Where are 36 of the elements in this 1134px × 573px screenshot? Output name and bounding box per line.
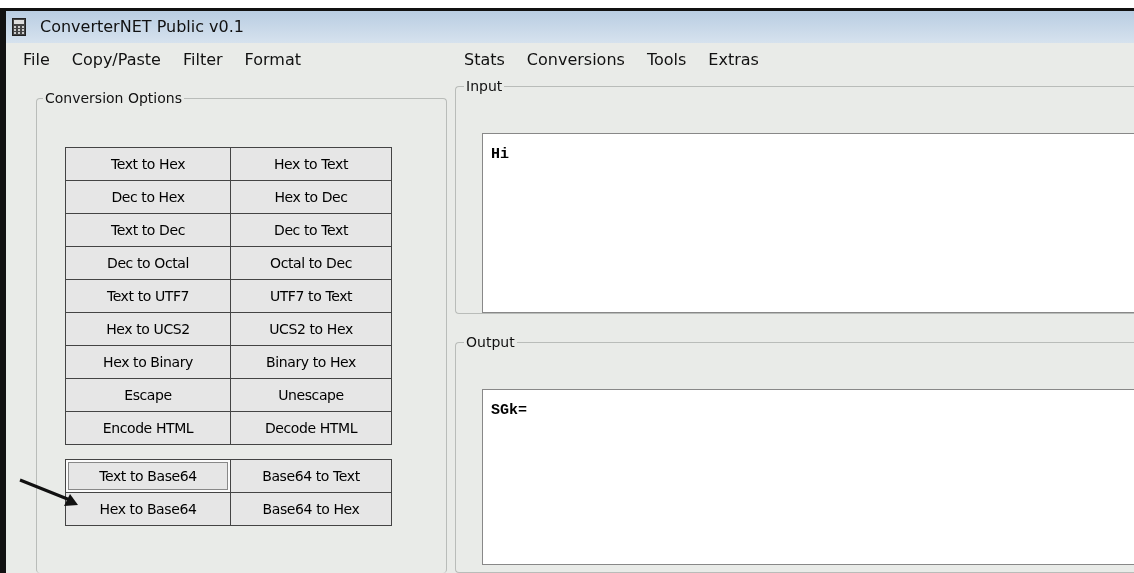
conversion-button[interactable]: Dec to Text — [231, 214, 391, 246]
menu-item[interactable]: Format — [233, 47, 312, 72]
group-title: Input — [465, 77, 504, 96]
menu-item[interactable]: Tools — [635, 47, 698, 72]
conversion-button[interactable]: Base64 to Hex — [231, 493, 391, 525]
conversion-button[interactable]: Dec to Hex — [66, 181, 230, 213]
conversion-button[interactable]: Hex to Base64 — [66, 493, 230, 525]
conversion-button[interactable]: UCS2 to Hex — [231, 313, 391, 345]
menu-item[interactable]: Copy/Paste — [60, 47, 172, 72]
conversion-button[interactable]: Text to UTF7 — [66, 280, 230, 312]
conversion-button[interactable]: Text to Hex — [66, 148, 230, 180]
menu-item[interactable]: Conversions — [515, 47, 636, 72]
menu-item[interactable]: Filter — [171, 47, 234, 72]
conversion-button[interactable]: Dec to Octal — [66, 247, 230, 279]
menu-item[interactable]: Stats — [453, 47, 516, 72]
conversion-button[interactable]: Decode HTML — [231, 412, 391, 444]
conversion-button[interactable]: Hex to Binary — [66, 346, 230, 378]
conversion-button[interactable]: Unescape — [231, 379, 391, 411]
conversion-button[interactable]: Hex to Text — [231, 148, 391, 180]
conversion-button[interactable]: Octal to Dec — [231, 247, 391, 279]
menu-item[interactable]: File — [12, 47, 61, 72]
conversion-button[interactable]: Hex to UCS2 — [66, 313, 230, 345]
group-title: Output — [465, 333, 516, 352]
input-field[interactable]: Hi — [482, 133, 1134, 313]
conversion-button[interactable]: Binary to Hex — [231, 346, 391, 378]
output-field[interactable]: SGk= — [482, 389, 1134, 565]
group-title: Conversion Options — [44, 89, 183, 108]
menu-item[interactable]: Extras — [697, 47, 770, 72]
conversion-button[interactable]: Text to Base64 — [66, 460, 230, 492]
conversion-button[interactable]: Encode HTML — [66, 412, 230, 444]
conversion-button[interactable]: Base64 to Text — [231, 460, 391, 492]
conversion-button[interactable]: Text to Dec — [66, 214, 230, 246]
conversion-button[interactable]: UTF7 to Text — [231, 280, 391, 312]
window-title: ConverterNET Public v0.1 — [40, 16, 244, 38]
conversion-button[interactable]: Hex to Dec — [231, 181, 391, 213]
conversion-button[interactable]: Escape — [66, 379, 230, 411]
